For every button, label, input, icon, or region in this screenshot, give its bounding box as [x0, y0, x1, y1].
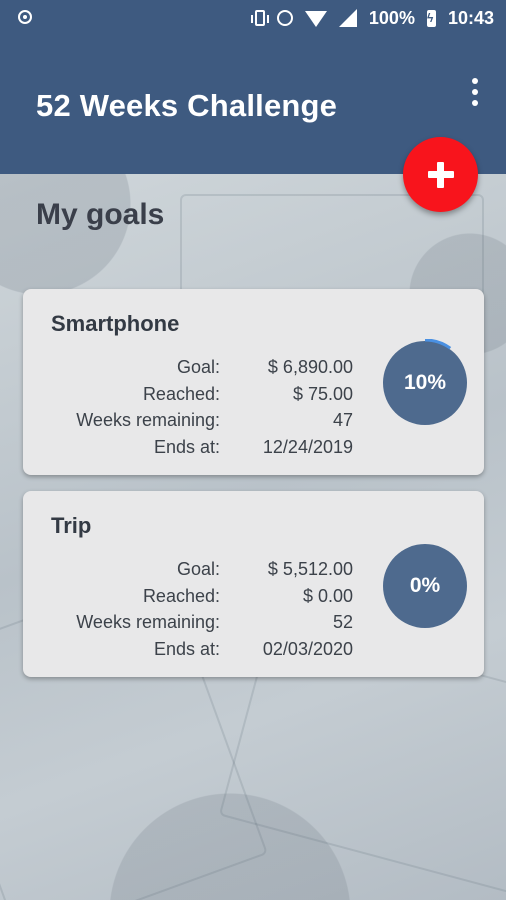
location-icon	[18, 10, 32, 24]
add-goal-button[interactable]	[403, 137, 478, 212]
ends-label: Ends at:	[153, 638, 220, 659]
goal-label: Goal:	[176, 559, 220, 579]
overflow-menu-icon[interactable]	[466, 78, 484, 110]
battery-icon	[426, 9, 436, 27]
weeks-row: Weeks remaining: 52	[23, 612, 363, 639]
reached-label: Reached:	[142, 585, 220, 606]
ends-label: Ends at:	[153, 436, 220, 457]
wifi-icon	[304, 11, 327, 27]
goal-value: $ 5,512.00	[267, 559, 353, 579]
progress-arc	[381, 542, 469, 630]
app-title: 52 Weeks Challenge	[36, 88, 338, 123]
ends-row: Ends at: 02/03/2020	[23, 639, 363, 666]
progress-arc-fill	[424, 339, 452, 350]
weeks-label: Weeks remaining:	[76, 612, 220, 632]
goal-name: Smartphone	[51, 311, 180, 336]
status-bar: 100% 10:43	[0, 0, 506, 36]
goal-row: Goal: $ 6,890.00	[23, 357, 363, 384]
signal-icon	[338, 9, 357, 27]
goal-card[interactable]: Trip Goal: $ 5,512.00 Reached: $ 0.00 We…	[23, 491, 484, 677]
goal-value: $ 6,890.00	[267, 357, 353, 377]
ends-row: Ends at: 12/24/2019	[23, 437, 363, 464]
ends-value: 02/03/2020	[262, 638, 353, 659]
vibrate-icon	[250, 10, 269, 26]
reached-row: Reached: $ 75.00	[23, 384, 363, 411]
reached-row: Reached: $ 0.00	[23, 586, 363, 613]
progress-ring: 0%	[383, 544, 467, 628]
clock: 10:43	[447, 7, 494, 28]
battery-percent: 100%	[368, 7, 415, 28]
reached-value: $ 0.00	[302, 585, 353, 606]
progress-arc	[424, 339, 452, 350]
reached-label: Reached:	[142, 383, 220, 404]
goal-card[interactable]: Smartphone Goal: $ 6,890.00 Reached: $ 7…	[23, 289, 484, 475]
ends-value: 12/24/2019	[262, 436, 353, 457]
goal-name: Trip	[51, 513, 92, 538]
weeks-value: 47	[332, 410, 353, 430]
reached-value: $ 75.00	[292, 383, 353, 404]
section-title: My goals	[36, 198, 165, 231]
weeks-row: Weeks remaining: 47	[23, 410, 363, 437]
weeks-value: 52	[332, 612, 353, 632]
alarm-icon	[276, 10, 293, 26]
goal-row: Goal: $ 5,512.00	[23, 559, 363, 586]
progress-ring: 10%	[383, 339, 467, 425]
weeks-label: Weeks remaining:	[76, 410, 220, 430]
goal-label: Goal:	[176, 357, 220, 377]
